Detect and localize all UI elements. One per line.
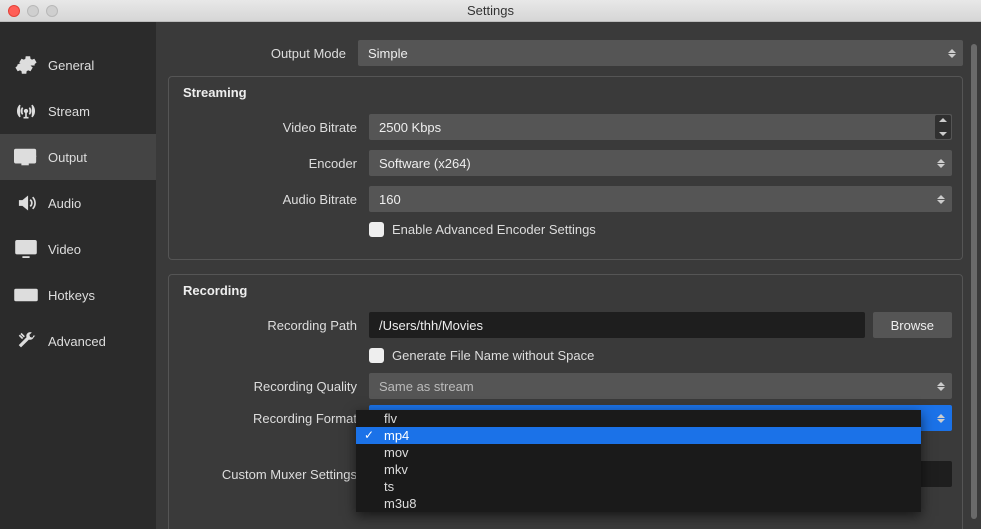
recording-format-dropdown[interactable]: flv✓mp4movmkvtsm3u8 xyxy=(356,410,921,512)
sidebar-item-video[interactable]: Video xyxy=(0,226,156,272)
stepper-icon xyxy=(934,189,948,209)
stepper-icon xyxy=(934,408,948,428)
browse-button[interactable]: Browse xyxy=(873,312,952,338)
gear-icon xyxy=(14,54,38,76)
advanced-encoder-checkbox[interactable]: Enable Advanced Encoder Settings xyxy=(369,222,952,237)
stepper-icon[interactable] xyxy=(935,115,951,139)
recording-path-value: /Users/thh/Movies xyxy=(379,318,483,333)
sidebar-item-advanced[interactable]: Advanced xyxy=(0,318,156,364)
streaming-group: Streaming Video Bitrate 2500 Kbps Encode… xyxy=(168,76,963,260)
recording-path-input[interactable]: /Users/thh/Movies xyxy=(369,312,865,338)
format-option-mkv[interactable]: mkv xyxy=(356,461,921,478)
sidebar-item-audio[interactable]: Audio xyxy=(0,180,156,226)
sidebar-item-general[interactable]: General xyxy=(0,42,156,88)
check-icon: ✓ xyxy=(364,428,374,442)
recording-format-label: Recording Format xyxy=(179,411,369,426)
advanced-encoder-label: Enable Advanced Encoder Settings xyxy=(392,222,596,237)
checkbox-icon xyxy=(369,348,384,363)
output-mode-value: Simple xyxy=(368,46,408,61)
output-mode-label: Output Mode xyxy=(168,46,358,61)
encoder-value: Software (x264) xyxy=(379,156,471,171)
sidebar-item-label: Advanced xyxy=(48,334,106,349)
sidebar-item-output[interactable]: Output xyxy=(0,134,156,180)
sidebar-item-stream[interactable]: Stream xyxy=(0,88,156,134)
antenna-icon xyxy=(14,100,38,122)
window-titlebar: Settings xyxy=(0,0,981,22)
recording-path-label: Recording Path xyxy=(179,318,369,333)
recording-title: Recording xyxy=(179,283,952,298)
audio-bitrate-select[interactable]: 160 xyxy=(369,186,952,212)
format-option-ts[interactable]: ts xyxy=(356,478,921,495)
sidebar-item-label: Hotkeys xyxy=(48,288,95,303)
audio-bitrate-label: Audio Bitrate xyxy=(179,192,369,207)
sidebar-item-label: Stream xyxy=(48,104,90,119)
audio-bitrate-value: 160 xyxy=(379,192,401,207)
stepper-icon xyxy=(934,153,948,173)
format-option-flv[interactable]: flv xyxy=(356,410,921,427)
format-option-mov[interactable]: mov xyxy=(356,444,921,461)
video-bitrate-input[interactable]: 2500 Kbps xyxy=(369,114,952,140)
format-option-m3u8[interactable]: m3u8 xyxy=(356,495,921,512)
speaker-icon xyxy=(14,192,38,214)
video-bitrate-value: 2500 Kbps xyxy=(379,120,441,135)
keyboard-icon xyxy=(14,284,38,306)
recording-quality-label: Recording Quality xyxy=(179,379,369,394)
sidebar-item-label: General xyxy=(48,58,94,73)
window-title: Settings xyxy=(0,3,981,18)
recording-quality-select[interactable]: Same as stream xyxy=(369,373,952,399)
settings-sidebar: General Stream Output Audio Video xyxy=(0,22,156,529)
tools-icon xyxy=(14,330,38,352)
filename-nospace-checkbox[interactable]: Generate File Name without Space xyxy=(369,348,952,363)
format-option-mp4[interactable]: ✓mp4 xyxy=(356,427,921,444)
output-icon xyxy=(14,146,38,168)
sidebar-item-label: Video xyxy=(48,242,81,257)
encoder-label: Encoder xyxy=(179,156,369,171)
recording-quality-value: Same as stream xyxy=(379,379,474,394)
encoder-select[interactable]: Software (x264) xyxy=(369,150,952,176)
checkbox-icon xyxy=(369,222,384,237)
stepper-icon xyxy=(945,43,959,63)
filename-nospace-label: Generate File Name without Space xyxy=(392,348,594,363)
settings-main-panel: Output Mode Simple Streaming Video Bitra… xyxy=(156,22,981,529)
sidebar-item-label: Output xyxy=(48,150,87,165)
sidebar-item-label: Audio xyxy=(48,196,81,211)
custom-muxer-label: Custom Muxer Settings xyxy=(179,467,369,482)
sidebar-item-hotkeys[interactable]: Hotkeys xyxy=(0,272,156,318)
video-bitrate-label: Video Bitrate xyxy=(179,120,369,135)
stepper-icon xyxy=(934,376,948,396)
streaming-title: Streaming xyxy=(179,85,952,100)
output-mode-select[interactable]: Simple xyxy=(358,40,963,66)
monitor-icon xyxy=(14,238,38,260)
scrollbar[interactable] xyxy=(971,44,977,519)
